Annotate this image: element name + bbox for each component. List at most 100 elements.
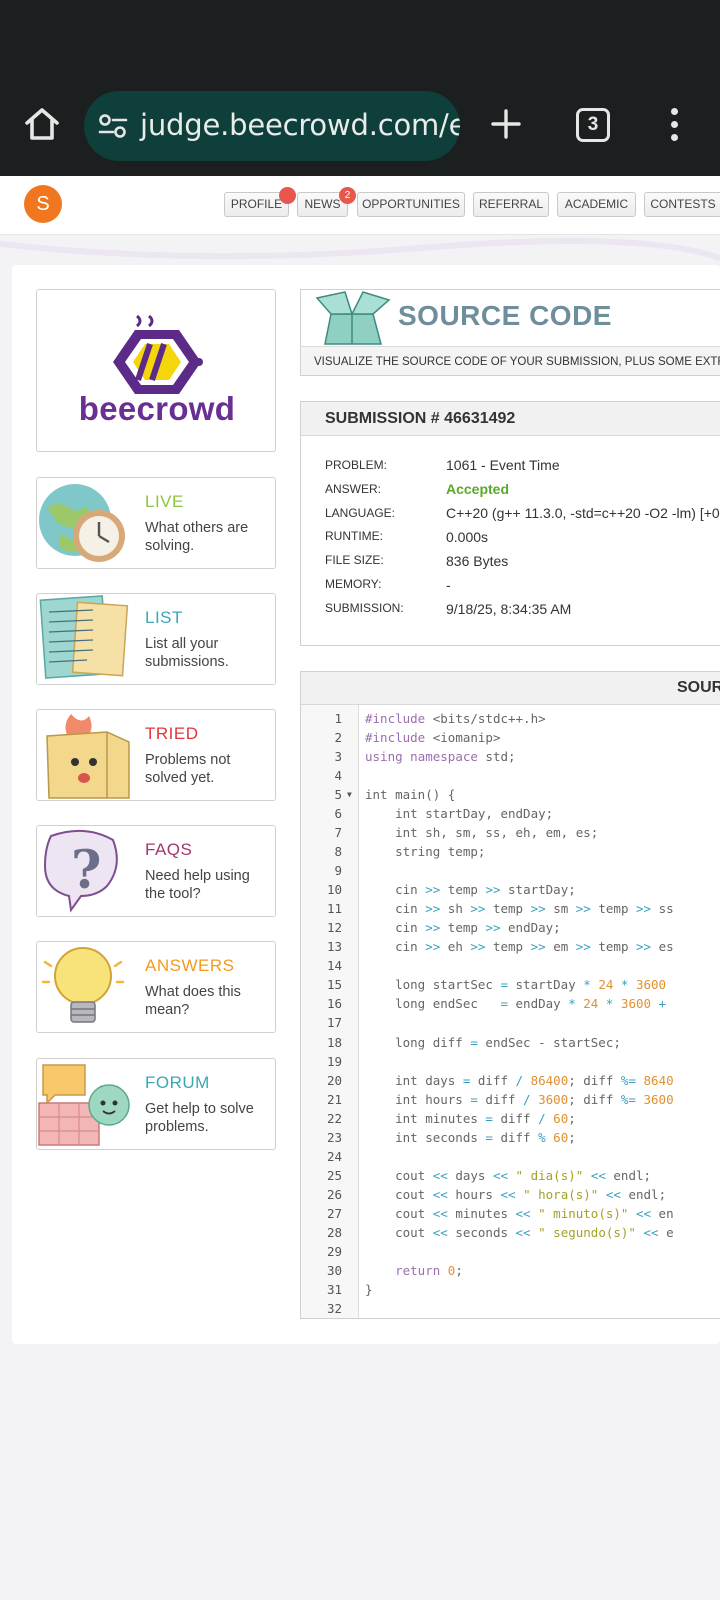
- svg-text:?: ?: [71, 840, 101, 901]
- sidebar-card-live[interactable]: LIVE What others are solving.: [36, 477, 276, 569]
- page-subtitle: VISUALIZE THE SOURCE CODE OF YOUR SUBMIS…: [301, 346, 720, 375]
- line-number: 28: [326, 1224, 342, 1240]
- line-number: 23: [326, 1129, 342, 1145]
- fold-arrow-icon[interactable]: ▼: [347, 785, 352, 804]
- site-settings-icon[interactable]: [98, 113, 128, 139]
- line-number: 17: [326, 1015, 342, 1031]
- line-text: cout << days << " dia(s)" << endl;: [365, 1167, 652, 1183]
- code-line: 15 long startSec = startDay * 24 * 3600: [301, 975, 720, 994]
- line-text: int minutes = diff / 60;: [365, 1110, 576, 1126]
- sidebar-card-answers[interactable]: ANSWERS What does this mean?: [36, 941, 276, 1033]
- site-top-nav: S PROFILE NEWS 2 OPPORTUNITIES REFERRAL …: [0, 176, 720, 235]
- line-text: cin >> sh >> temp >> sm >> temp >> ss: [365, 901, 674, 917]
- code-line: 2 #include <iomanip>: [301, 728, 720, 747]
- line-number: 26: [326, 1186, 342, 1202]
- page-title: SOURCE CODE: [398, 300, 612, 331]
- source-code-panel: SOUR 1 #include <bits/stdc++.h> 2 #include …: [300, 671, 720, 1319]
- submission-date-value: 9/18/25, 8:34:35 AM: [446, 601, 572, 617]
- globe-clock-icon: [39, 484, 125, 562]
- url-text: judge.beecrowd.com/en: [140, 108, 460, 142]
- line-number: 31: [326, 1281, 342, 1297]
- file-size-value: 836 Bytes: [446, 553, 509, 569]
- profile-notification-badge: [279, 187, 296, 204]
- code-line: 14: [301, 956, 720, 975]
- tab-switcher-icon[interactable]: 3: [576, 108, 610, 142]
- line-number: 12: [326, 920, 342, 936]
- card-description: Get help to solve problems.: [145, 1101, 254, 1135]
- code-line: 28 cout << seconds << " segundo(s)" << e: [301, 1223, 720, 1242]
- sidebar-card-tried[interactable]: TRIED Problems not solved yet.: [36, 709, 276, 801]
- sidebar-card-faqs[interactable]: ? FAQS Need help using the tool?: [36, 825, 276, 917]
- line-text: cout << seconds << " segundo(s)" << e: [365, 1224, 674, 1240]
- memory-label: MEMORY:: [325, 577, 382, 591]
- line-number: 14: [326, 958, 342, 974]
- line-number: 21: [326, 1091, 342, 1107]
- card-title: TRIED: [145, 724, 199, 743]
- line-text: long startSec = startDay * 24 * 3600: [365, 977, 667, 993]
- line-text: int days = diff / 86400; diff %= 8640: [365, 1072, 674, 1088]
- address-bar[interactable]: judge.beecrowd.com/en: [84, 91, 460, 161]
- submissions-list-icon: [39, 595, 129, 679]
- card-description: What does this mean?: [145, 984, 241, 1018]
- code-line: 30 return 0;: [301, 1261, 720, 1280]
- overflow-menu-icon[interactable]: [668, 108, 680, 142]
- code-line: 22 int minutes = diff / 60;: [301, 1109, 720, 1128]
- code-line: 5 ▼ int main() {: [301, 785, 720, 804]
- logo-wordmark: beecrowd: [78, 390, 236, 427]
- line-number: 10: [326, 882, 342, 898]
- sidebar-card-list[interactable]: LIST List all your submissions.: [36, 593, 276, 685]
- code-line: 29: [301, 1242, 720, 1261]
- code-line: 21 int hours = diff / 3600; diff %= 3600: [301, 1090, 720, 1109]
- line-number: 25: [326, 1167, 342, 1183]
- line-number: 16: [326, 996, 342, 1012]
- line-text: using namespace std;: [365, 749, 516, 765]
- answer-label: ANSWER:: [325, 482, 382, 496]
- line-number: 4: [334, 768, 342, 784]
- line-text: string temp;: [365, 844, 486, 860]
- nav-referral-button[interactable]: REFERRAL: [473, 192, 549, 217]
- avatar[interactable]: S: [24, 185, 62, 223]
- line-text: #include <bits/stdc++.h>: [365, 711, 546, 726]
- language-value: C++20 (g++ 11.3.0, -std=c++20 -O2 -lm) […: [446, 505, 720, 521]
- language-label: LANGUAGE:: [325, 506, 396, 520]
- line-number: 32: [326, 1300, 342, 1316]
- line-text: int hours = diff / 3600; diff %= 3600: [365, 1091, 674, 1107]
- sidebar-card-forum[interactable]: FORUM Get help to solve problems.: [36, 1058, 276, 1150]
- burning-box-icon: [46, 714, 130, 799]
- card-title: FAQS: [145, 840, 193, 859]
- nav-opportunities-button[interactable]: OPPORTUNITIES: [357, 192, 465, 217]
- code-line: 18 long diff = endSec - startSec;: [301, 1033, 720, 1052]
- code-line: 9: [301, 861, 720, 880]
- submission-heading: SUBMISSION # 46631492: [301, 402, 720, 436]
- card-title: ANSWERS: [145, 956, 235, 975]
- line-number: 11: [326, 901, 342, 917]
- code-line: 19: [301, 1052, 720, 1071]
- beecrowd-logo[interactable]: beecrowd: [36, 289, 276, 452]
- code-line: 16 long endSec = endDay * 24 * 3600 +: [301, 994, 720, 1013]
- line-number: 5: [334, 787, 342, 803]
- line-number: 24: [326, 1148, 342, 1164]
- bee-hexagon-icon: [113, 314, 203, 394]
- nav-contests-button[interactable]: CONTESTS: [644, 192, 720, 217]
- open-box-icon: [315, 291, 391, 345]
- nav-academic-button[interactable]: ACADEMIC: [557, 192, 636, 217]
- line-number: 2: [334, 730, 342, 746]
- code-line: 6 int startDay, endDay;: [301, 804, 720, 823]
- line-text: cin >> eh >> temp >> em >> temp >> es: [365, 939, 674, 955]
- line-number: 1: [334, 711, 342, 726]
- line-number: 29: [326, 1243, 342, 1259]
- line-text: cin >> temp >> startDay;: [365, 882, 576, 898]
- line-number: 18: [326, 1034, 342, 1050]
- code-line: 17: [301, 1013, 720, 1032]
- card-description: What others are solving.: [145, 520, 249, 554]
- problem-value[interactable]: 1061 - Event Time: [446, 457, 560, 473]
- home-icon[interactable]: [22, 104, 62, 144]
- card-title: LIST: [145, 608, 183, 627]
- line-text: return 0;: [395, 1262, 463, 1278]
- line-number: 22: [326, 1110, 342, 1126]
- code-line: 8 string temp;: [301, 842, 720, 861]
- new-tab-icon[interactable]: [490, 108, 522, 140]
- code-line: 11 cin >> sh >> temp >> sm >> temp >> ss: [301, 899, 720, 918]
- line-number: 27: [326, 1205, 342, 1221]
- line-number: 13: [326, 939, 342, 955]
